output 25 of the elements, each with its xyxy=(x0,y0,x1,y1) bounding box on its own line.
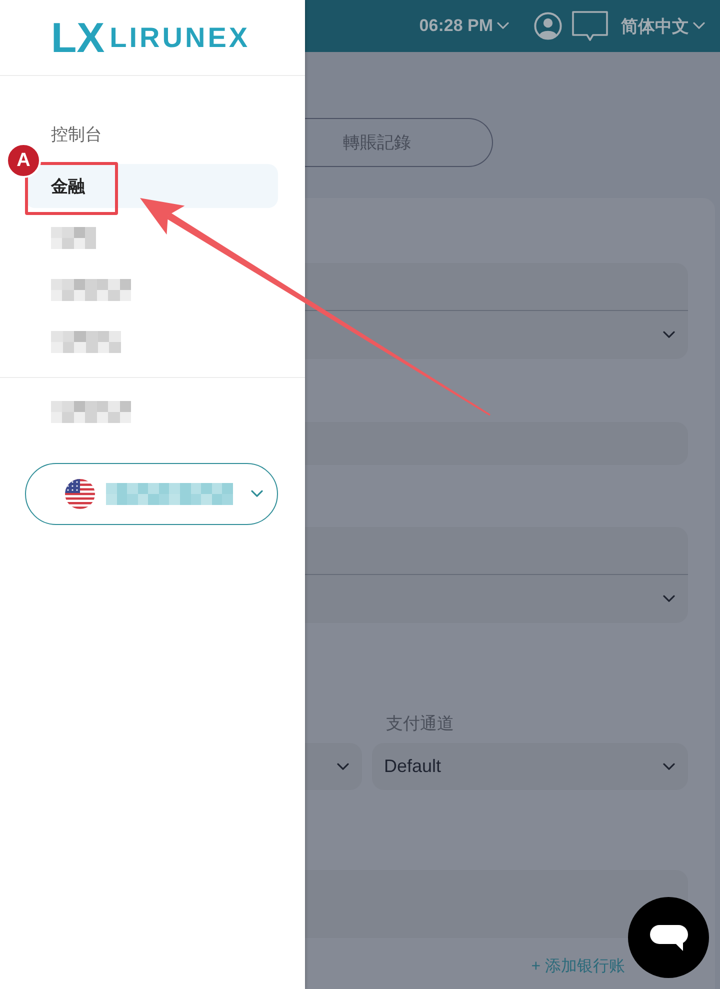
chevron-down-icon xyxy=(693,22,705,30)
select-field[interactable] xyxy=(305,263,688,359)
chevron-down-icon xyxy=(663,762,675,770)
tab[interactable]: 轉賬記錄 xyxy=(305,118,493,167)
input-field[interactable] xyxy=(305,870,688,938)
chevron-down-icon xyxy=(663,595,675,603)
flag-icon xyxy=(65,479,95,509)
user-icon[interactable] xyxy=(534,12,562,40)
message-icon[interactable] xyxy=(571,10,609,42)
chevron-down-icon xyxy=(663,331,675,339)
field-label: 支付通道 xyxy=(386,713,454,735)
language-dropdown[interactable]: 简体中文 xyxy=(621,14,705,38)
chat-bubble-icon xyxy=(648,924,688,952)
chevron-down-icon xyxy=(337,762,349,770)
input-field[interactable] xyxy=(305,422,688,465)
logo-mark: LX xyxy=(51,16,105,58)
blurred-text xyxy=(51,331,121,353)
select-field[interactable]: Default xyxy=(372,743,688,790)
time-dropdown[interactable]: 06:28 PM xyxy=(419,16,509,36)
brand-name: LIRUNEX xyxy=(110,24,250,52)
select-field[interactable] xyxy=(305,527,688,623)
select-field[interactable] xyxy=(305,743,362,790)
chevron-down-icon xyxy=(497,22,509,30)
chevron-down-icon xyxy=(251,490,263,498)
blurred-text xyxy=(51,227,96,249)
